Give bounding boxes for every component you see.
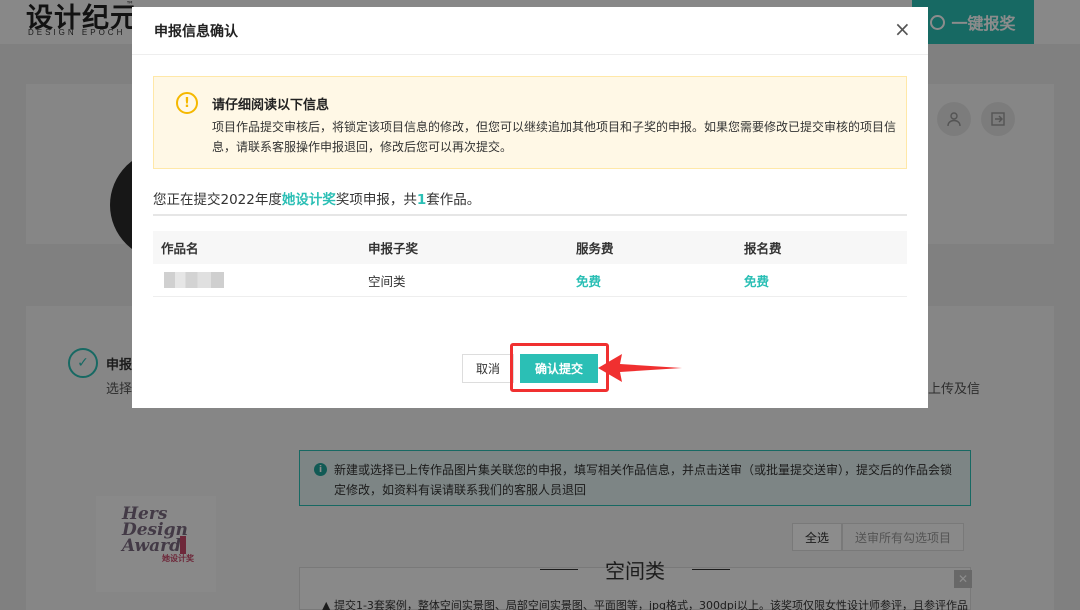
- warning-box: ! 请仔细阅读以下信息 项目作品提交审核后，将锁定该项目信息的修改，但您可以继续…: [153, 76, 907, 169]
- table-header: 作品名 申报子奖 服务费 报名费: [153, 231, 907, 264]
- summary-middle: 奖项申报，共: [335, 192, 417, 208]
- summary-suffix: 套作品。: [426, 192, 481, 208]
- summary-divider: [153, 214, 907, 216]
- work-name-cell: [153, 264, 368, 296]
- submission-summary: 您正在提交2022年度她设计奖奖项申报，共1套作品。: [153, 188, 480, 208]
- entry-fee-cell: 免费: [744, 273, 770, 289]
- cancel-button[interactable]: 取消: [462, 354, 514, 383]
- column-header-entry-fee: 报名费: [744, 241, 782, 256]
- table-row: 空间类 免费 免费: [153, 264, 907, 297]
- service-fee-cell: 免费: [576, 273, 602, 289]
- dialog-title: 申报信息确认: [154, 24, 238, 40]
- submission-table: 作品名 申报子奖 服务费 报名费 空间类 免费 免费: [153, 231, 907, 297]
- summary-count: 1: [416, 192, 427, 208]
- summary-award: 她设计奖: [281, 192, 336, 208]
- work-name-redacted: [164, 272, 224, 288]
- highlight-frame: [510, 343, 609, 392]
- column-header-work-name: 作品名: [161, 241, 199, 256]
- close-icon[interactable]: ×: [894, 19, 911, 39]
- dialog-divider: [132, 54, 928, 55]
- warning-title: 请仔细阅读以下信息: [212, 98, 330, 113]
- warning-text: 项目作品提交审核后，将锁定该项目信息的修改，但您可以继续追加其他项目和子奖的申报…: [212, 120, 897, 154]
- pointer-arrow-icon: [598, 354, 682, 382]
- column-header-service-fee: 服务费: [576, 241, 614, 256]
- sub-award-cell: 空间类: [368, 273, 406, 289]
- column-header-sub-award: 申报子奖: [368, 241, 419, 256]
- summary-prefix: 您正在提交2022年度: [153, 192, 282, 208]
- warning-icon: !: [176, 92, 198, 114]
